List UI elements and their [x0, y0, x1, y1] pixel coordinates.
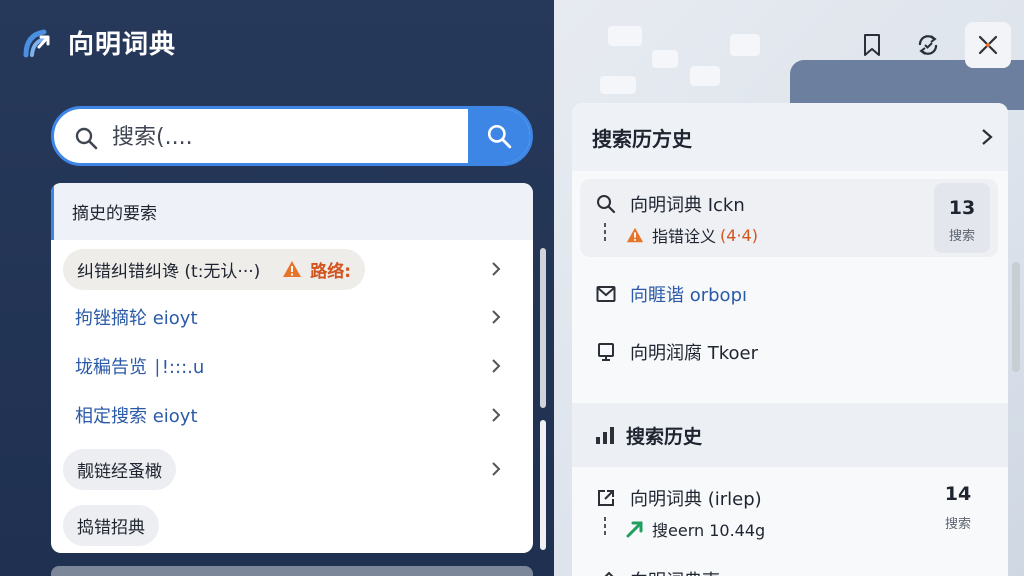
suggestion-item[interactable]: 相定搜索 eioyt — [63, 395, 503, 435]
history-item-title: 向明词典 (irlep) — [630, 489, 762, 510]
history-item[interactable]: 向睚谐 orbopı — [580, 273, 998, 313]
history-item-title-row: 向明词典夷 — [596, 567, 720, 576]
history-item[interactable]: 向明润腐 Tkoer — [580, 331, 998, 371]
decor-key — [600, 76, 636, 94]
bookmark-icon — [864, 34, 880, 56]
suggestion-item[interactable]: 垅稨告览 ∣!:::.u — [63, 346, 503, 386]
warning-label: 路络: — [310, 261, 352, 282]
search-count-label: 搜索 — [944, 517, 971, 532]
mail-icon — [596, 286, 616, 302]
app-logo-icon — [23, 29, 50, 57]
suggestion-item[interactable]: 纠错纠错纠谗 (t:无认···) 路络: — [63, 247, 503, 291]
search-icon — [75, 127, 98, 150]
suggestion-label: 拘锉摘轮 eioyt — [75, 308, 198, 329]
search-input[interactable] — [112, 119, 452, 155]
suggestion-pill: 捣错招典 — [63, 504, 159, 546]
bottom-strip — [51, 566, 533, 576]
history-scrollbar[interactable] — [1012, 262, 1020, 372]
suggestions-card: 摘史的要索 纠错纠错纠谗 (t:无认···) 路络: 拘锉摘轮 eioyt 垅稨… — [51, 183, 533, 553]
history-section-title: 搜索历史 — [626, 425, 703, 448]
connector-line — [604, 223, 606, 241]
history-item-sub-row: 指错诠义 (4·4) — [626, 223, 758, 247]
history-header[interactable]: 搜索历方史 — [572, 103, 1008, 171]
suggestion-pill: 纠错纠错纠谗 (t:无认···) 路络: — [63, 248, 366, 290]
history-item-title: 向明词典 Ickn — [630, 195, 745, 216]
history-item-title: 向明词典夷 — [630, 567, 720, 576]
search-count-label: 搜索 — [948, 229, 975, 244]
decor-key — [608, 26, 642, 46]
trend-up-icon — [626, 521, 643, 538]
suggestions-scroll-track — [540, 420, 546, 550]
suggestion-label: 捣错招典 — [77, 517, 145, 538]
suggestion-label: 相定搜索 eioyt — [75, 406, 198, 427]
search-count: 13 — [948, 197, 976, 219]
suggestion-item[interactable]: 拘锉摘轮 eioyt — [63, 297, 503, 337]
chevron-right-icon — [982, 129, 993, 145]
history-item-badge: (4·4) — [720, 225, 758, 245]
connector-line — [604, 517, 606, 535]
monitor-icon — [598, 343, 614, 361]
decor-key — [652, 50, 678, 68]
warning-icon — [283, 261, 302, 277]
search-count-badge: 14 搜索 — [930, 483, 986, 532]
suggestion-item[interactable]: 靓链经蚤橄 — [63, 447, 503, 491]
app-brand: 向明词典 — [20, 24, 176, 61]
chevron-right-icon — [492, 359, 501, 373]
history-item-title: 向睚谐 orbopı — [630, 285, 747, 306]
chevron-right-icon — [492, 462, 501, 476]
suggestion-item[interactable]: 捣错招典 — [63, 503, 503, 547]
warning-icon — [626, 227, 644, 243]
history-item-title-row: 向睚谐 orbopı — [596, 281, 747, 307]
suggestion-label: 靓链经蚤橄 — [77, 461, 162, 482]
history-item-title-row: 向明润腐 Tkoer — [596, 339, 758, 365]
close-button[interactable] — [965, 22, 1011, 68]
suggestion-label: 纠错纠错纠谗 (t:无认···) — [77, 261, 261, 282]
history-item[interactable]: 向明词典 (irlep) 搜eern 10.44g 14 搜索 — [580, 477, 998, 557]
suggestion-pill: 靓链经蚤橄 — [63, 448, 176, 490]
decor-key — [730, 34, 760, 56]
decor-key — [690, 66, 720, 86]
sync-button[interactable] — [905, 22, 951, 68]
history-item-sub: 搜eern 10.44g — [652, 521, 766, 540]
history-item-title: 向明润腐 Tkoer — [630, 343, 758, 364]
chevron-right-icon — [492, 310, 501, 324]
history-item[interactable]: 向明词典夷 — [580, 563, 998, 576]
history-item[interactable]: 向明词典 Ickn 指错诠义 (4·4) 13 搜索 — [580, 179, 998, 257]
bar-chart-icon — [596, 427, 614, 444]
chevron-right-icon — [492, 408, 501, 422]
history-title: 搜索历方史 — [592, 126, 692, 151]
history-panel: 搜索历方史 向明词典 Ickn 指错诠义 (4·4) 13 搜索 向睚谐 orb… — [572, 103, 1008, 576]
history-item-title-row: 向明词典 (irlep) — [596, 485, 762, 511]
search-button-icon — [487, 124, 512, 149]
suggestion-label: 垅稨告览 ∣!:::.u — [75, 357, 205, 378]
sync-icon — [918, 35, 938, 55]
app-title: 向明词典 — [68, 30, 177, 60]
external-link-icon — [598, 490, 614, 506]
suggestions-header: 摘史的要索 — [51, 183, 533, 240]
search-icon — [597, 195, 616, 214]
suggestions-scrollbar[interactable] — [540, 248, 546, 408]
bookmark-button[interactable] — [849, 22, 895, 68]
history-item-sub-row: 搜eern 10.44g — [626, 517, 765, 541]
history-item-title-row: 向明词典 Ickn — [596, 191, 745, 217]
search-count: 14 — [944, 483, 972, 505]
edit-icon — [604, 571, 614, 576]
search-bar — [51, 106, 533, 166]
close-icon — [978, 35, 998, 55]
search-button[interactable] — [468, 109, 530, 163]
history-item-sub: 指错诠义 — [652, 227, 717, 246]
left-panel: 向明词典 摘史的要索 纠错纠错纠谗 (t:无认···) — [0, 0, 554, 576]
history-section-header[interactable]: 搜索历史 — [572, 403, 1008, 467]
chevron-right-icon — [492, 262, 501, 276]
search-count-badge: 13 搜索 — [934, 183, 990, 253]
